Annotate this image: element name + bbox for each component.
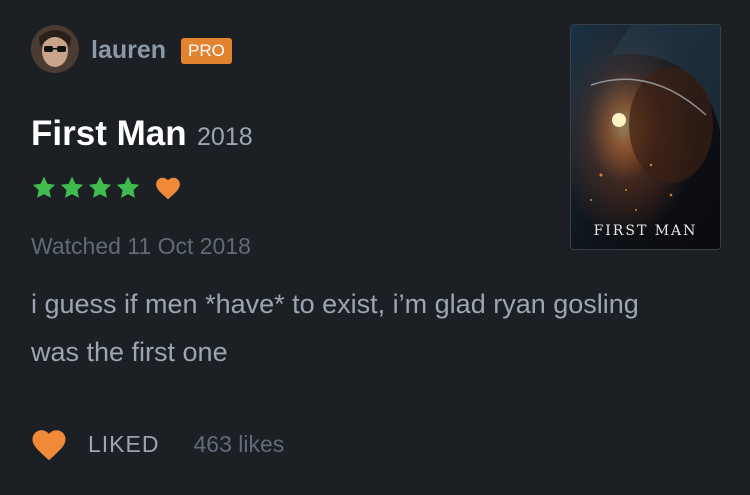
liked-label[interactable]: LIKED: [88, 431, 159, 458]
liked-footer: LIKED 463 likes: [31, 428, 284, 461]
rating: [31, 175, 181, 201]
avatar[interactable]: [31, 25, 79, 73]
poster-title: FIRST MAN: [593, 223, 698, 239]
star-icon: [88, 176, 112, 198]
star-icon: [60, 176, 84, 198]
star-icon: [116, 176, 140, 198]
heart-icon: [156, 177, 180, 200]
watched-date: Watched 11 Oct 2018: [31, 233, 251, 259]
star-icon: [32, 176, 56, 198]
username[interactable]: lauren: [91, 35, 166, 65]
film-poster[interactable]: FIRST MAN: [570, 24, 721, 250]
film-year[interactable]: 2018: [197, 123, 253, 151]
film-title[interactable]: First Man: [31, 114, 187, 153]
film-heading: First Man 2018: [31, 114, 253, 154]
likes-count[interactable]: 463 likes: [193, 431, 284, 458]
heart-icon[interactable]: [31, 428, 67, 461]
review-text: i guess if men *have* to exist, i’m glad…: [31, 289, 639, 367]
pro-badge: PRO: [181, 38, 232, 64]
